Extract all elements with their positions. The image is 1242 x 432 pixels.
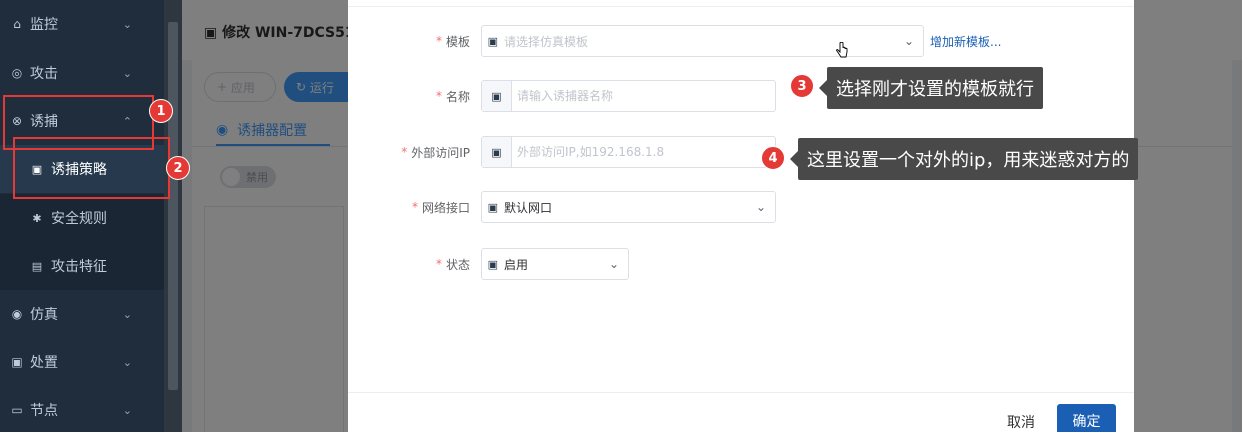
chevron-down-icon: ⌄ [122,66,132,80]
globe-icon: ◉ [11,307,23,321]
briefcase-icon: ▣ [11,355,23,369]
sidebar-subitem-security-rules[interactable]: ✱ 安全规则 [0,194,164,242]
hand-cursor-icon [836,42,848,58]
cancel-button[interactable]: 取消 [994,406,1048,432]
annotation-callout-3: 选择刚才设置的模板就行 [819,67,1043,109]
scrollbar-thumb[interactable] [168,22,178,390]
chevron-down-icon: ⌄ [608,257,620,271]
external-ip-input[interactable] [512,138,775,166]
edit-trap-dialog: *模板 ▣ 请选择仿真模板 ⌄ 增加新模板... *名称 ▣ *外部访问IP ▣… [348,0,1134,432]
sidebar-item-attack[interactable]: ◎ 攻击 ⌄ [0,49,164,97]
dialog-header-divider [348,6,1134,7]
status-label: * 状态 [435,257,470,272]
asterisk-icon: ✱ [32,211,42,225]
name-label: * 名称 [435,89,470,104]
annotation-highlight-box-2 [13,137,170,199]
sidebar-subitem-label: 安全规则 [51,211,107,227]
card-icon: ▤ [31,259,43,273]
sidebar-item-label: 监控 [30,17,58,33]
status-row: * 状态 ▣ 启用 ⌄ [348,248,1134,280]
chevron-down-icon: ⌄ [755,200,767,214]
sidebar-item-disposal[interactable]: ▣ 处置 ⌄ [0,338,164,386]
chevron-down-icon: ⌄ [122,17,132,31]
network-value: 默认网口 [504,200,553,215]
annotation-badge-3: 3 [790,74,814,98]
sidebar-item-label: 仿真 [30,307,58,323]
template-label: * 模板 [435,34,470,49]
chevron-down-icon: ⌄ [122,307,132,321]
sidebar-item-label: 节点 [30,403,58,419]
monitor-icon: ▭ [11,403,23,417]
sidebar-item-nodes[interactable]: ▭ 节点 ⌄ [0,386,164,432]
external-ip-input-group: ▣ [481,136,776,168]
name-input[interactable] [512,82,775,110]
add-template-link[interactable]: 增加新模板... [930,25,1001,57]
sidebar-subitem-attack-signatures[interactable]: ▤ 攻击特征 [0,242,164,290]
edit-icon: ▣ [487,34,498,48]
annotation-badge-4: 4 [761,146,785,170]
edit-icon: ▣ [482,137,512,167]
edit-icon: ▣ [487,200,498,214]
chevron-down-icon: ⌄ [122,403,132,417]
sidebar: ⌂ 监控 ⌄ ◎ 攻击 ⌄ ⊗ 诱捕 ⌃ ▣ 诱捕策略 ✱ 安全规则 ▤ 攻击特… [0,0,164,432]
chevron-down-icon: ⌄ [903,34,915,48]
status-value: 启用 [504,257,529,272]
target-icon: ◎ [11,66,23,80]
sidebar-item-monitor[interactable]: ⌂ 监控 ⌄ [0,0,164,48]
network-select[interactable]: ▣ 默认网口 ⌄ [481,191,776,223]
confirm-button[interactable]: 确定 [1057,404,1116,432]
sidebar-item-emulation[interactable]: ◉ 仿真 ⌄ [0,290,164,338]
sidebar-item-label: 攻击 [30,66,58,82]
chevron-down-icon: ⌄ [122,355,132,369]
template-select[interactable]: ▣ 请选择仿真模板 ⌄ [481,25,924,57]
edit-icon: ▣ [482,81,512,111]
network-label: * 网络接口 [411,200,470,215]
edit-icon: ▣ [487,257,498,271]
dialog-footer-divider [348,392,1134,393]
annotation-badge-1: 1 [149,99,173,123]
status-select[interactable]: ▣ 启用 ⌄ [481,248,629,280]
annotation-badge-2: 2 [166,156,190,180]
name-input-group: ▣ [481,80,776,112]
home-icon: ⌂ [13,17,21,31]
template-row: * 模板 ▣ 请选择仿真模板 ⌄ 增加新模板... [348,25,1134,57]
external-ip-label: * 外部访问IP [401,145,470,160]
network-row: * 网络接口 ▣ 默认网口 ⌄ [348,191,1134,223]
sidebar-scrollbar[interactable] [164,0,182,432]
sidebar-item-label: 处置 [30,355,58,371]
sidebar-subitem-label: 攻击特征 [51,259,107,275]
annotation-callout-4: 这里设置一个对外的ip，用来迷惑对方的 [789,138,1139,180]
